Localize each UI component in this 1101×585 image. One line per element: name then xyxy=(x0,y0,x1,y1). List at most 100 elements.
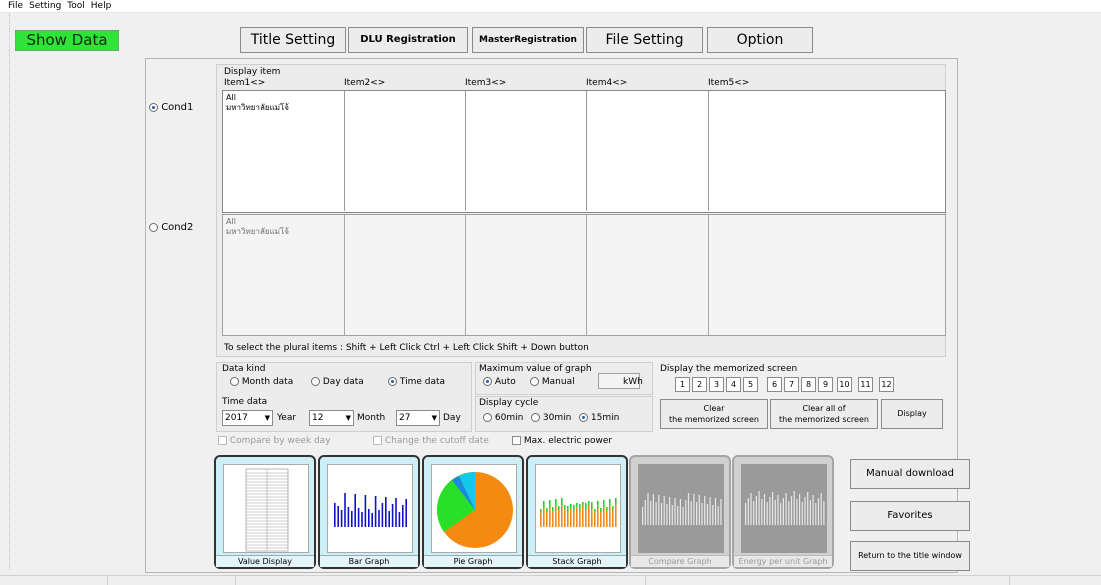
year-select[interactable]: 2017 ▼ xyxy=(222,410,273,426)
time-data-radio[interactable]: Time data xyxy=(388,377,445,387)
compare-week-label: Compare by week day xyxy=(229,436,331,446)
table-thumbnail-icon xyxy=(223,464,309,553)
status-divider xyxy=(645,576,646,585)
year-value: 2017 xyxy=(225,413,248,423)
menu-setting[interactable]: Setting xyxy=(26,0,64,13)
stack-graph-label: Stack Graph xyxy=(528,555,626,567)
cond1-item2-cell[interactable] xyxy=(345,91,466,211)
clear-memorized-button[interactable]: Clear the memorized screen xyxy=(660,399,768,429)
favorites-button[interactable]: Favorites xyxy=(850,501,970,531)
cond2-item3-cell[interactable] xyxy=(466,215,587,335)
cutoff-checkbox[interactable]: Change the cutoff date xyxy=(373,436,489,446)
month-data-radio[interactable]: Month data xyxy=(230,377,293,387)
cond1-item5-cell[interactable] xyxy=(709,91,945,211)
menu-help[interactable]: Help xyxy=(88,0,115,13)
show-data-button[interactable]: Show Data xyxy=(15,30,119,51)
status-bar xyxy=(0,575,1101,585)
cond2-item1-line[interactable]: All xyxy=(226,217,341,227)
memorized-screen-3-button[interactable]: 3 xyxy=(709,377,724,392)
menu-file[interactable]: File xyxy=(0,0,26,13)
memorized-screen-7-button[interactable]: 7 xyxy=(784,377,799,392)
cond2-item4-cell[interactable] xyxy=(587,215,709,335)
max-power-checkbox[interactable]: Max. electric power xyxy=(512,436,612,446)
memorized-screen-12-button[interactable]: 12 xyxy=(879,377,894,392)
data-kind-label: Data kind xyxy=(222,364,266,374)
bar-graph-button[interactable]: Bar Graph xyxy=(318,455,420,569)
memorized-screen-10-button[interactable]: 10 xyxy=(837,377,852,392)
value-display-button[interactable]: Value Display xyxy=(214,455,316,569)
memorized-screen-6-button[interactable]: 6 xyxy=(767,377,782,392)
month-label: Month xyxy=(357,413,386,423)
cond1-item1-line[interactable]: All xyxy=(226,93,341,103)
cond2-item2-cell[interactable] xyxy=(345,215,466,335)
cond1-item3-cell[interactable] xyxy=(466,91,587,211)
cond2-item1-cell[interactable]: All มหาวิทยาลัยแม่โจ้ xyxy=(223,215,345,335)
clear-all-memorized-button[interactable]: Clear all of the memorized screen xyxy=(770,399,878,429)
radio-unselected-icon xyxy=(483,413,492,422)
dlu-registration-button[interactable]: DLU Registration xyxy=(348,27,468,53)
cutoff-label: Change the cutoff date xyxy=(384,436,489,446)
stack-graph-button[interactable]: Stack Graph xyxy=(526,455,628,569)
year-label: Year xyxy=(277,413,297,423)
value-display-label: Value Display xyxy=(216,555,314,567)
pie-chart-thumbnail-icon xyxy=(431,464,517,553)
time-data-label: Time data xyxy=(399,377,446,387)
cond1-radio[interactable]: Cond1 xyxy=(149,102,193,113)
day-label: Day xyxy=(443,413,461,423)
cycle-15min-radio[interactable]: 15min xyxy=(579,413,619,423)
status-divider xyxy=(107,576,108,585)
memorized-number-row: 1 2 3 4 5 6 7 8 9 10 11 12 xyxy=(675,377,945,393)
cycle-30min-radio[interactable]: 30min xyxy=(531,413,571,423)
memorized-screen-4-button[interactable]: 4 xyxy=(726,377,741,392)
chevron-down-icon: ▼ xyxy=(431,414,437,422)
month-select[interactable]: 12 ▼ xyxy=(309,410,354,426)
cycle-15min-label: 15min xyxy=(590,413,620,423)
title-setting-button[interactable]: Title Setting xyxy=(240,27,346,53)
stack-chart-thumbnail-icon xyxy=(535,464,621,553)
manual-download-button[interactable]: Manual download xyxy=(850,459,970,489)
radio-unselected-icon xyxy=(531,413,540,422)
cond2-item5-cell[interactable] xyxy=(709,215,945,335)
memorized-label: Display the memorized screen xyxy=(660,364,798,374)
compare-week-checkbox[interactable]: Compare by week day xyxy=(218,436,331,446)
memorized-screen-5-button[interactable]: 5 xyxy=(743,377,758,392)
display-memorized-button[interactable]: Display xyxy=(881,399,943,429)
memorized-screen-8-button[interactable]: 8 xyxy=(801,377,816,392)
max-auto-radio[interactable]: Auto xyxy=(483,377,516,387)
day-select[interactable]: 27 ▼ xyxy=(396,410,440,426)
cycle-60min-radio[interactable]: 60min xyxy=(483,413,523,423)
memorized-screen-2-button[interactable]: 2 xyxy=(692,377,707,392)
compare-graph-button[interactable]: Compare Graph xyxy=(629,455,731,569)
option-button[interactable]: Option xyxy=(707,27,813,53)
checkbox-icon xyxy=(512,436,521,445)
cond1-item1-cell[interactable]: All มหาวิทยาลัยแม่โจ้ xyxy=(223,91,345,211)
memorized-screen-1-button[interactable]: 1 xyxy=(675,377,690,392)
pie-graph-button[interactable]: Pie Graph xyxy=(422,455,524,569)
cond2-radio[interactable]: Cond2 xyxy=(149,222,193,233)
header-item4[interactable]: Item4<> xyxy=(586,78,627,88)
cond1-item1-line[interactable]: มหาวิทยาลัยแม่โจ้ xyxy=(226,103,341,113)
master-registration-button[interactable]: MasterRegistration xyxy=(472,27,584,53)
radio-unselected-icon xyxy=(230,377,239,386)
day-value: 27 xyxy=(399,413,411,423)
header-item1[interactable]: Item1<> xyxy=(224,78,265,88)
header-item3[interactable]: Item3<> xyxy=(465,78,506,88)
memorized-screen-11-button[interactable]: 11 xyxy=(858,377,873,392)
file-setting-button[interactable]: File Setting xyxy=(586,27,703,53)
radio-selected-icon xyxy=(388,377,397,386)
max-manual-radio[interactable]: Manual xyxy=(530,377,575,387)
menu-tool[interactable]: Tool xyxy=(64,0,87,13)
return-title-button[interactable]: Return to the title window xyxy=(850,541,970,571)
header-item2[interactable]: Item2<> xyxy=(344,78,385,88)
cond2-grid: All มหาวิทยาลัยแม่โจ้ xyxy=(222,214,946,336)
cond2-item1-line[interactable]: มหาวิทยาลัยแม่โจ้ xyxy=(226,227,341,237)
memorized-screen-9-button[interactable]: 9 xyxy=(818,377,833,392)
day-data-label: Day data xyxy=(322,377,364,387)
checkbox-icon xyxy=(218,436,227,445)
cond1-item4-cell[interactable] xyxy=(587,91,709,211)
radio-selected-icon xyxy=(483,377,492,386)
day-data-radio[interactable]: Day data xyxy=(311,377,364,387)
clear-all-memorized-line2: the memorized screen xyxy=(779,415,869,424)
header-item5[interactable]: Item5<> xyxy=(708,78,749,88)
energy-per-unit-graph-button[interactable]: Energy per unit Graph xyxy=(732,455,834,569)
